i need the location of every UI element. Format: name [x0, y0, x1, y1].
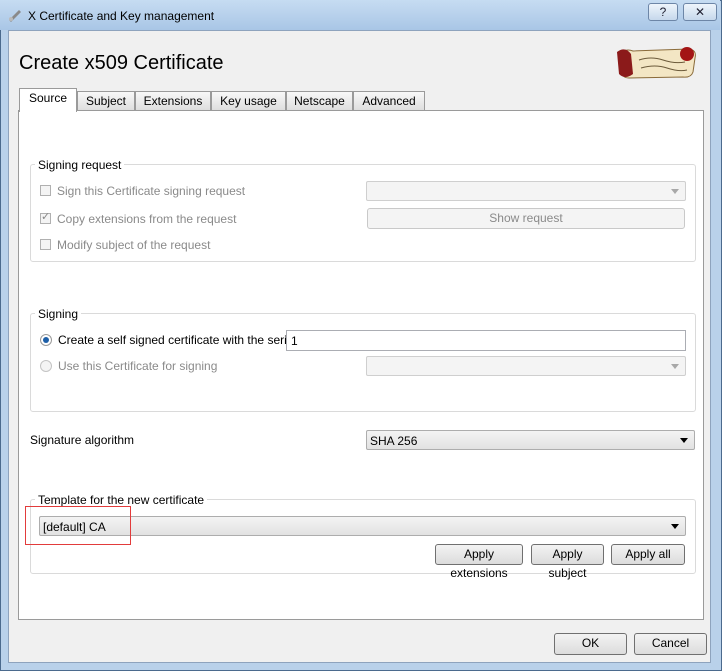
chevron-down-icon	[671, 189, 679, 194]
tab-netscape[interactable]: Netscape	[286, 91, 353, 110]
cancel-button[interactable]: Cancel	[634, 633, 707, 655]
signature-algorithm-value: SHA 256	[370, 434, 418, 448]
signature-algorithm-label: Signature algorithm	[30, 433, 135, 447]
signature-algorithm-select[interactable]: SHA 256	[366, 430, 695, 450]
csr-select[interactable]	[366, 181, 686, 201]
sign-csr-label: Sign this Certificate signing request	[57, 184, 246, 198]
serial-input-value: 1	[291, 334, 298, 348]
modify-subject-label: Modify subject of the request	[57, 238, 211, 252]
signing-certificate-select[interactable]	[366, 356, 686, 376]
scroll-logo-icon	[617, 47, 696, 79]
chevron-down-icon	[671, 364, 679, 369]
tab-key-usage[interactable]: Key usage	[211, 91, 286, 110]
template-group-title: Template for the new certificate	[35, 493, 208, 507]
page-title: Create x509 Certificate	[19, 52, 224, 74]
chevron-down-icon	[671, 524, 679, 529]
tab-extensions[interactable]: Extensions	[135, 91, 211, 110]
app-icon	[9, 10, 21, 22]
selection-highlight-box	[25, 506, 131, 545]
modify-subject-checkbox[interactable]	[40, 239, 51, 250]
self-signed-radio[interactable]	[40, 334, 52, 346]
show-request-button[interactable]: Show request	[367, 208, 685, 229]
tab-advanced[interactable]: Advanced	[353, 91, 425, 110]
use-certificate-radio[interactable]	[40, 360, 52, 372]
ok-button[interactable]: OK	[554, 633, 627, 655]
apply-all-button[interactable]: Apply all	[611, 544, 685, 565]
chevron-down-icon	[680, 438, 688, 443]
tab-subject[interactable]: Subject	[77, 91, 135, 110]
tab-source[interactable]: Source	[19, 88, 77, 112]
close-button[interactable]: ✕	[683, 3, 717, 21]
signing-group-title: Signing	[35, 307, 82, 321]
apply-subject-button[interactable]: Apply subject	[531, 544, 604, 580]
help-button[interactable]: ?	[648, 3, 678, 21]
use-certificate-label: Use this Certificate for signing	[58, 359, 218, 373]
copy-extensions-checkbox[interactable]	[40, 210, 51, 224]
apply-extensions-button[interactable]: Apply extensions	[435, 544, 523, 580]
serial-input[interactable]: 1	[286, 330, 686, 351]
signing-request-group-title: Signing request	[35, 158, 125, 172]
copy-extensions-label: Copy extensions from the request	[57, 212, 237, 226]
sign-csr-checkbox[interactable]	[40, 185, 51, 196]
template-select[interactable]: [default] CA	[39, 516, 686, 536]
self-signed-label: Create a self signed certificate with th…	[58, 333, 297, 347]
window-title: X Certificate and Key management	[28, 9, 215, 23]
title-bar[interactable]: X Certificate and Key management ? ✕	[0, 0, 720, 30]
